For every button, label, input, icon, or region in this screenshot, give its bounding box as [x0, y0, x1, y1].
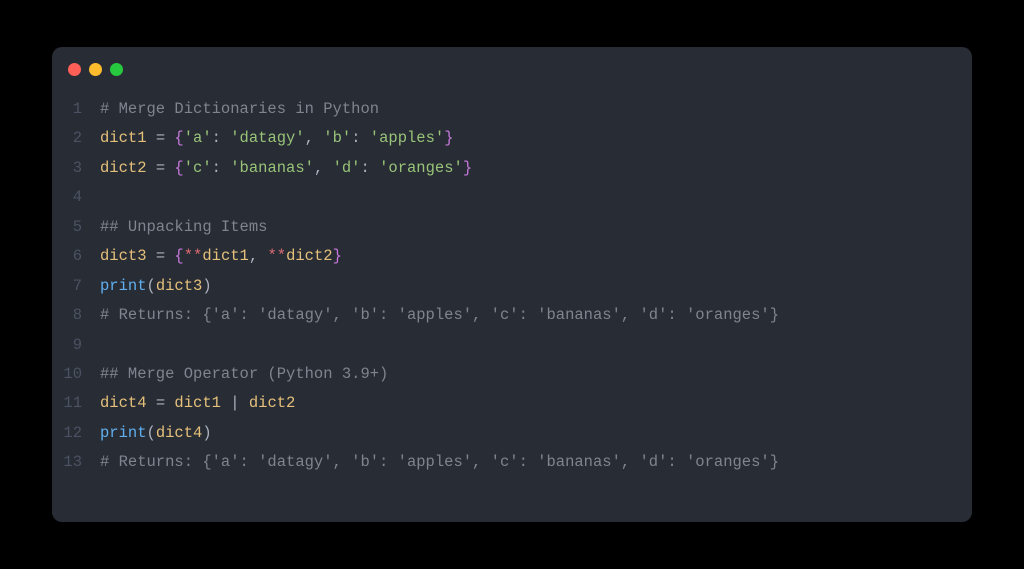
token-comment: ## Merge Operator (Python 3.9+) — [100, 365, 388, 383]
minimize-icon[interactable] — [89, 63, 102, 76]
line-number: 3 — [52, 154, 100, 183]
code-line[interactable]: 3dict2 = {'c': 'bananas', 'd': 'oranges'… — [52, 154, 972, 183]
code-content[interactable]: dict2 = {'c': 'bananas', 'd': 'oranges'} — [100, 154, 972, 183]
code-content[interactable]: ## Merge Operator (Python 3.9+) — [100, 360, 972, 389]
token-comment: # Returns: {'a': 'datagy', 'b': 'apples'… — [100, 306, 779, 324]
line-number: 13 — [52, 448, 100, 477]
code-line[interactable]: 10## Merge Operator (Python 3.9+) — [52, 360, 972, 389]
token-name: dict2 — [249, 394, 296, 412]
token-name: dict4 — [156, 424, 203, 442]
token-comment: ## Unpacking Items — [100, 218, 267, 236]
token-name: dict4 — [100, 394, 147, 412]
code-line[interactable]: 7print(dict3) — [52, 272, 972, 301]
token-punc: , — [249, 247, 268, 265]
token-op: = — [147, 247, 175, 265]
line-number: 2 — [52, 124, 100, 153]
code-content[interactable]: dict3 = {**dict1, **dict2} — [100, 242, 972, 271]
token-string: 'b' — [323, 129, 351, 147]
token-name: dict3 — [100, 247, 147, 265]
token-name: dict1 — [100, 129, 147, 147]
zoom-icon[interactable] — [110, 63, 123, 76]
code-content[interactable]: # Returns: {'a': 'datagy', 'b': 'apples'… — [100, 448, 972, 477]
token-brace: { — [174, 129, 183, 147]
code-line[interactable]: 12print(dict4) — [52, 419, 972, 448]
token-star: ** — [184, 247, 203, 265]
token-brace: { — [174, 159, 183, 177]
token-op: = — [147, 129, 175, 147]
token-op: = — [147, 159, 175, 177]
code-content[interactable]: dict4 = dict1 | dict2 — [100, 389, 972, 418]
token-name: dict2 — [286, 247, 333, 265]
code-content[interactable]: dict1 = {'a': 'datagy', 'b': 'apples'} — [100, 124, 972, 153]
line-number: 10 — [52, 360, 100, 389]
code-content[interactable] — [100, 183, 972, 212]
token-func: print — [100, 424, 147, 442]
token-star: ** — [267, 247, 286, 265]
code-line[interactable]: 4 — [52, 183, 972, 212]
token-brace: } — [333, 247, 342, 265]
token-punc: : — [351, 129, 370, 147]
token-punc: ( — [147, 424, 156, 442]
code-content[interactable]: # Returns: {'a': 'datagy', 'b': 'apples'… — [100, 301, 972, 330]
code-content[interactable]: print(dict4) — [100, 419, 972, 448]
line-number: 8 — [52, 301, 100, 330]
titlebar — [52, 47, 972, 91]
token-comment: # Returns: {'a': 'datagy', 'b': 'apples'… — [100, 453, 779, 471]
token-punc: ) — [202, 277, 211, 295]
token-name: dict3 — [156, 277, 203, 295]
token-brace: { — [174, 247, 183, 265]
line-number: 9 — [52, 331, 100, 360]
line-number: 6 — [52, 242, 100, 271]
token-string: 'd' — [333, 159, 361, 177]
code-line[interactable]: 8# Returns: {'a': 'datagy', 'b': 'apples… — [52, 301, 972, 330]
line-number: 4 — [52, 183, 100, 212]
code-line[interactable]: 11dict4 = dict1 | dict2 — [52, 389, 972, 418]
token-punc: , — [314, 159, 333, 177]
token-punc: : — [360, 159, 379, 177]
code-line[interactable]: 9 — [52, 331, 972, 360]
token-string: 'datagy' — [230, 129, 304, 147]
line-number: 12 — [52, 419, 100, 448]
token-punc: : — [212, 129, 231, 147]
code-line[interactable]: 6dict3 = {**dict1, **dict2} — [52, 242, 972, 271]
token-punc: , — [305, 129, 324, 147]
token-pipe: | — [221, 394, 249, 412]
code-content[interactable] — [100, 331, 972, 360]
close-icon[interactable] — [68, 63, 81, 76]
token-string: 'bananas' — [230, 159, 314, 177]
token-string: 'a' — [184, 129, 212, 147]
code-content[interactable]: print(dict3) — [100, 272, 972, 301]
token-punc: : — [212, 159, 231, 177]
token-comment: # Merge Dictionaries in Python — [100, 100, 379, 118]
token-string: 'apples' — [370, 129, 444, 147]
code-content[interactable]: ## Unpacking Items — [100, 213, 972, 242]
token-name: dict1 — [202, 247, 249, 265]
line-number: 11 — [52, 389, 100, 418]
code-line[interactable]: 1# Merge Dictionaries in Python — [52, 95, 972, 124]
token-string: 'c' — [184, 159, 212, 177]
token-name: dict2 — [100, 159, 147, 177]
line-number: 7 — [52, 272, 100, 301]
token-brace: } — [444, 129, 453, 147]
code-line[interactable]: 13# Returns: {'a': 'datagy', 'b': 'apple… — [52, 448, 972, 477]
editor-window: 1# Merge Dictionaries in Python2dict1 = … — [52, 47, 972, 522]
code-content[interactable]: # Merge Dictionaries in Python — [100, 95, 972, 124]
token-func: print — [100, 277, 147, 295]
line-number: 5 — [52, 213, 100, 242]
token-brace: } — [463, 159, 472, 177]
line-number: 1 — [52, 95, 100, 124]
token-string: 'oranges' — [379, 159, 463, 177]
code-line[interactable]: 5## Unpacking Items — [52, 213, 972, 242]
token-op: = — [147, 394, 175, 412]
code-line[interactable]: 2dict1 = {'a': 'datagy', 'b': 'apples'} — [52, 124, 972, 153]
token-punc: ( — [147, 277, 156, 295]
code-area[interactable]: 1# Merge Dictionaries in Python2dict1 = … — [52, 91, 972, 496]
token-punc: ) — [202, 424, 211, 442]
token-name: dict1 — [174, 394, 221, 412]
